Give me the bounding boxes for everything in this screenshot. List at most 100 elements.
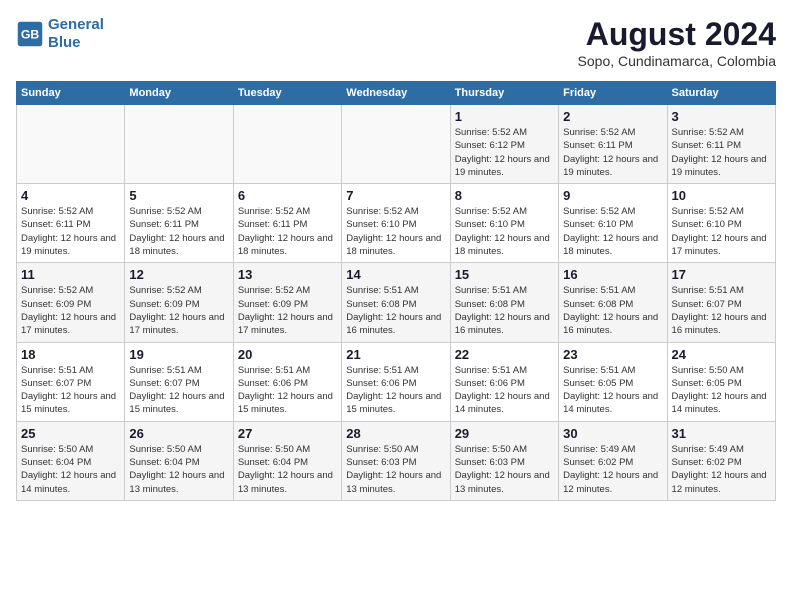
day-number: 6 [238,188,337,203]
weekday-header: Saturday [667,82,775,105]
day-info: Sunrise: 5:51 AM Sunset: 6:05 PM Dayligh… [563,364,662,417]
day-info: Sunrise: 5:52 AM Sunset: 6:09 PM Dayligh… [21,284,120,337]
day-info: Sunrise: 5:50 AM Sunset: 6:04 PM Dayligh… [129,443,228,496]
day-number: 24 [672,347,771,362]
day-number: 18 [21,347,120,362]
day-number: 4 [21,188,120,203]
logo-text: General Blue [48,16,104,52]
day-number: 5 [129,188,228,203]
calendar-cell: 12Sunrise: 5:52 AM Sunset: 6:09 PM Dayli… [125,263,233,342]
day-number: 3 [672,109,771,124]
day-info: Sunrise: 5:52 AM Sunset: 6:11 PM Dayligh… [21,205,120,258]
day-info: Sunrise: 5:49 AM Sunset: 6:02 PM Dayligh… [563,443,662,496]
day-number: 22 [455,347,554,362]
calendar-cell: 17Sunrise: 5:51 AM Sunset: 6:07 PM Dayli… [667,263,775,342]
calendar-cell: 1 Sunrise: 5:52 AM Sunset: 6:12 PM Daylig… [450,105,558,184]
calendar-cell: 19 Sunrise: 5:51 AM Sunset: 6:07 PM Dayli… [125,342,233,421]
day-number: 2 [563,109,662,124]
page-header: GB General Blue August 2024 Sopo, Cundin… [16,16,776,69]
calendar-cell: 24 Sunrise: 5:50 AM Sunset: 6:05 PM Dayli… [667,342,775,421]
calendar-cell: 3 Sunrise: 5:52 AM Sunset: 6:11 PM Daylig… [667,105,775,184]
calendar-cell [17,105,125,184]
calendar-cell: 4 Sunrise: 5:52 AM Sunset: 6:11 PM Daylig… [17,184,125,263]
day-number: 23 [563,347,662,362]
calendar-week-row: 11 Sunrise: 5:52 AM Sunset: 6:09 PM Dayli… [17,263,776,342]
day-number: 27 [238,426,337,441]
day-info: Sunrise: 5:50 AM Sunset: 6:03 PM Dayligh… [346,443,445,496]
day-info: Sunrise: 5:51 AM Sunset: 6:08 PM Dayligh… [455,284,554,337]
day-info: Sunrise: 5:51 AM Sunset: 6:06 PM Dayligh… [455,364,554,417]
day-info: Sunrise: 5:52 AM Sunset: 6:11 PM Dayligh… [563,126,662,179]
day-number: 13 [238,267,337,282]
day-number: 30 [563,426,662,441]
day-info: Sunrise: 5:50 AM Sunset: 6:03 PM Dayligh… [455,443,554,496]
day-info: Sunrise: 5:51 AM Sunset: 6:07 PM Dayligh… [21,364,120,417]
calendar-cell: 13 Sunrise: 5:52 AM Sunset: 6:09 PM Dayli… [233,263,341,342]
day-info: Sunrise: 5:52 AM Sunset: 6:10 PM Dayligh… [563,205,662,258]
day-number: 7 [346,188,445,203]
day-info: Sunrise: 5:52 AM Sunset: 6:10 PM Dayligh… [346,205,445,258]
calendar-cell: 29 Sunrise: 5:50 AM Sunset: 6:03 PM Dayli… [450,421,558,500]
calendar-cell: 9 Sunrise: 5:52 AM Sunset: 6:10 PM Daylig… [559,184,667,263]
main-title: August 2024 [578,16,776,53]
weekday-header: Friday [559,82,667,105]
day-info: Sunrise: 5:52 AM Sunset: 6:11 PM Dayligh… [672,126,771,179]
calendar-week-row: 1 Sunrise: 5:52 AM Sunset: 6:12 PM Daylig… [17,105,776,184]
day-info: Sunrise: 5:49 AM Sunset: 6:02 PM Dayligh… [672,443,771,496]
calendar-cell: 30 Sunrise: 5:49 AM Sunset: 6:02 PM Dayli… [559,421,667,500]
day-number: 29 [455,426,554,441]
calendar-week-row: 18 Sunrise: 5:51 AM Sunset: 6:07 PM Dayli… [17,342,776,421]
header-row: SundayMondayTuesdayWednesdayThursdayFrid… [17,82,776,105]
calendar-week-row: 4 Sunrise: 5:52 AM Sunset: 6:11 PM Daylig… [17,184,776,263]
calendar-cell: 11 Sunrise: 5:52 AM Sunset: 6:09 PM Dayli… [17,263,125,342]
calendar-cell: 22 Sunrise: 5:51 AM Sunset: 6:06 PM Dayli… [450,342,558,421]
day-info: Sunrise: 5:52 AM Sunset: 6:11 PM Dayligh… [129,205,228,258]
day-info: Sunrise: 5:52 AM Sunset: 6:10 PM Dayligh… [672,205,771,258]
title-block: August 2024 Sopo, Cundinamarca, Colombia [578,16,776,69]
weekday-header: Wednesday [342,82,450,105]
calendar-cell: 10Sunrise: 5:52 AM Sunset: 6:10 PM Dayli… [667,184,775,263]
day-number: 9 [563,188,662,203]
calendar-cell: 7 Sunrise: 5:52 AM Sunset: 6:10 PM Daylig… [342,184,450,263]
svg-text:GB: GB [21,27,40,41]
calendar-cell: 6 Sunrise: 5:52 AM Sunset: 6:11 PM Daylig… [233,184,341,263]
calendar-cell: 25Sunrise: 5:50 AM Sunset: 6:04 PM Dayli… [17,421,125,500]
calendar-cell: 15Sunrise: 5:51 AM Sunset: 6:08 PM Dayli… [450,263,558,342]
day-number: 19 [129,347,228,362]
day-info: Sunrise: 5:52 AM Sunset: 6:09 PM Dayligh… [238,284,337,337]
day-info: Sunrise: 5:50 AM Sunset: 6:04 PM Dayligh… [21,443,120,496]
calendar-cell: 2 Sunrise: 5:52 AM Sunset: 6:11 PM Daylig… [559,105,667,184]
day-info: Sunrise: 5:51 AM Sunset: 6:08 PM Dayligh… [563,284,662,337]
day-number: 21 [346,347,445,362]
day-info: Sunrise: 5:52 AM Sunset: 6:11 PM Dayligh… [238,205,337,258]
weekday-header: Monday [125,82,233,105]
day-number: 31 [672,426,771,441]
day-info: Sunrise: 5:52 AM Sunset: 6:09 PM Dayligh… [129,284,228,337]
calendar-cell: 14Sunrise: 5:51 AM Sunset: 6:08 PM Dayli… [342,263,450,342]
calendar-cell: 26 Sunrise: 5:50 AM Sunset: 6:04 PM Dayli… [125,421,233,500]
day-number: 26 [129,426,228,441]
weekday-header: Thursday [450,82,558,105]
day-info: Sunrise: 5:51 AM Sunset: 6:08 PM Dayligh… [346,284,445,337]
day-number: 11 [21,267,120,282]
weekday-header: Tuesday [233,82,341,105]
calendar-table: SundayMondayTuesdayWednesdayThursdayFrid… [16,81,776,501]
calendar-cell [233,105,341,184]
calendar-cell: 20Sunrise: 5:51 AM Sunset: 6:06 PM Dayli… [233,342,341,421]
day-number: 8 [455,188,554,203]
calendar-cell: 28 Sunrise: 5:50 AM Sunset: 6:03 PM Dayli… [342,421,450,500]
calendar-cell: 21Sunrise: 5:51 AM Sunset: 6:06 PM Dayli… [342,342,450,421]
day-info: Sunrise: 5:51 AM Sunset: 6:07 PM Dayligh… [129,364,228,417]
calendar-cell: 31 Sunrise: 5:49 AM Sunset: 6:02 PM Dayli… [667,421,775,500]
calendar-cell: 16Sunrise: 5:51 AM Sunset: 6:08 PM Dayli… [559,263,667,342]
calendar-cell: 8Sunrise: 5:52 AM Sunset: 6:10 PM Daylig… [450,184,558,263]
calendar-cell [125,105,233,184]
calendar-cell: 27 Sunrise: 5:50 AM Sunset: 6:04 PM Dayli… [233,421,341,500]
day-number: 1 [455,109,554,124]
day-info: Sunrise: 5:52 AM Sunset: 6:12 PM Dayligh… [455,126,554,179]
day-info: Sunrise: 5:51 AM Sunset: 6:06 PM Dayligh… [238,364,337,417]
logo-icon: GB [16,20,44,48]
day-info: Sunrise: 5:50 AM Sunset: 6:05 PM Dayligh… [672,364,771,417]
day-info: Sunrise: 5:50 AM Sunset: 6:04 PM Dayligh… [238,443,337,496]
day-number: 28 [346,426,445,441]
